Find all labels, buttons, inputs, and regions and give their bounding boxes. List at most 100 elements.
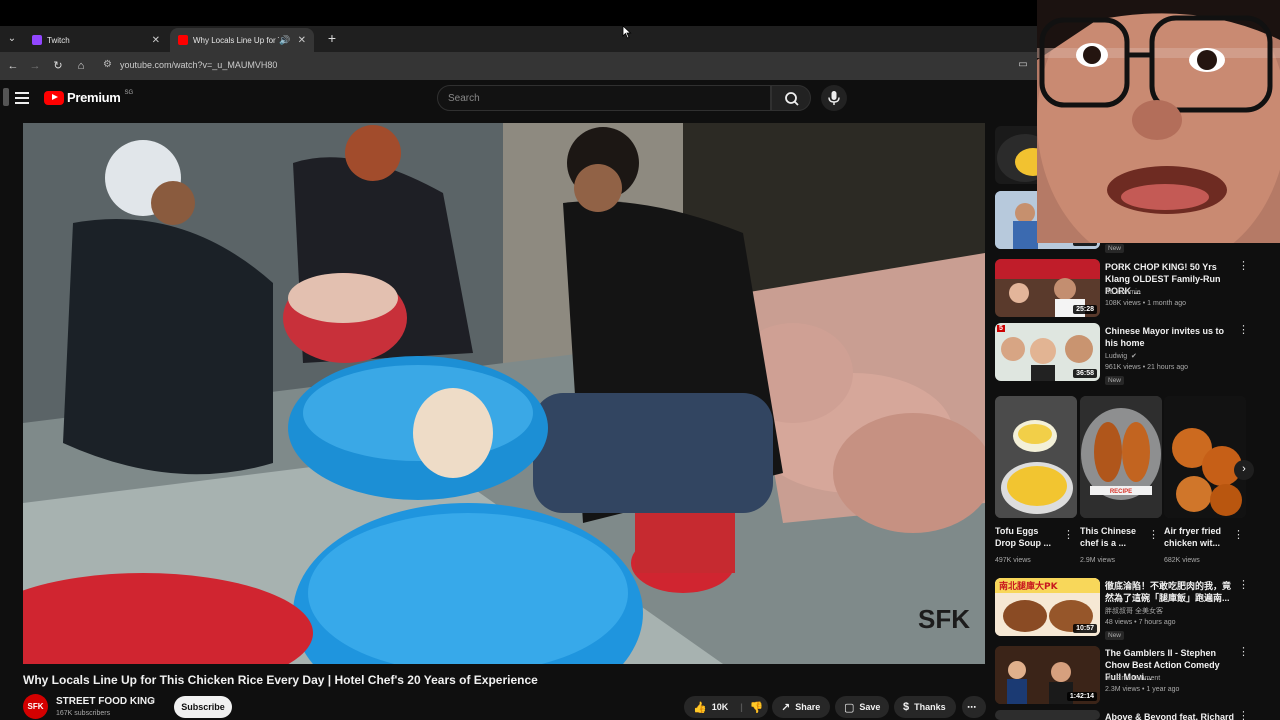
search-box[interactable] [437, 85, 771, 111]
save-label: Save [859, 702, 881, 712]
tab-title: Twitch [47, 35, 70, 45]
cast-icon[interactable]: ▭ [1016, 59, 1030, 73]
new-tab-button[interactable]: + [324, 31, 340, 47]
back-icon[interactable]: ← [6, 59, 20, 73]
tab-strip: ⌄ Twitch ✕ Why Locals Line Up for This 🔊… [0, 26, 1040, 52]
close-tab-icon[interactable]: ✕ [152, 35, 160, 46]
tab-title: Why Locals Line Up for This [193, 35, 279, 45]
reload-icon[interactable]: ↻ [51, 59, 65, 73]
related-title[interactable]: 徹底淪陷！不敢吃肥肉的我，竟然為了這碗「腿庫飯」跑遍南... [1105, 580, 1233, 604]
video-duration: 36:58 [1073, 369, 1097, 378]
youtube-logo[interactable]: Premium SG [44, 90, 133, 105]
short-thumbnail-0[interactable] [995, 396, 1077, 518]
more-options-icon[interactable]: ⋮ [1238, 261, 1249, 272]
search-input[interactable] [438, 86, 770, 110]
close-tab-icon[interactable]: ✕ [298, 35, 306, 46]
like-icon[interactable]: 👍 [693, 701, 707, 714]
more-options-icon[interactable]: ⋮ [1063, 530, 1074, 541]
related-title[interactable]: Chinese Mayor invites us to his home [1105, 325, 1233, 349]
thumbnail-image [995, 396, 1077, 518]
voice-search-button[interactable] [821, 85, 847, 111]
more-options-icon[interactable]: ⋮ [1238, 711, 1244, 720]
verified-icon: ✔ [1131, 353, 1137, 360]
thumbnail-caption: 南北腿庫大PK [999, 580, 1059, 592]
thanks-button[interactable]: $ Thanks [894, 696, 956, 718]
twitch-favicon-icon [32, 35, 42, 45]
more-options-icon[interactable]: ⋮ [1148, 530, 1159, 541]
more-options-icon[interactable]: ⋮ [1238, 325, 1249, 336]
tab-youtube[interactable]: Why Locals Line Up for This 🔊 ✕ [170, 28, 314, 52]
menu-icon[interactable] [15, 92, 29, 104]
search-icon [785, 92, 799, 106]
more-actions-button[interactable]: ⋯ [962, 696, 986, 718]
video-duration: 1:42:14 [1066, 692, 1097, 701]
tab-twitch[interactable]: Twitch ✕ [24, 28, 168, 52]
youtube-play-icon [44, 90, 64, 105]
home-icon[interactable]: ⌂ [74, 59, 88, 73]
new-badge: New [1105, 631, 1125, 640]
thumbnail-caption: RECIPE [1110, 489, 1132, 495]
sidebar-handle [3, 88, 9, 106]
site-info-icon[interactable]: ⚙ [103, 59, 112, 70]
webcam-image [1037, 0, 1280, 243]
short-title[interactable]: This Chinese chef is a ... [1080, 525, 1142, 549]
video-duration: 10:57 [1073, 624, 1097, 633]
more-icon: ⋯ [967, 701, 976, 712]
channel-name[interactable]: STREET FOOD KING [56, 696, 155, 707]
related-thumbnail-6[interactable] [995, 710, 1100, 720]
tab-search-icon[interactable]: ⌄ [4, 31, 20, 47]
related-title[interactable]: Above & Beyond feat. Richard [1105, 711, 1235, 720]
short-title[interactable]: Air fryer fried chicken wit... [1164, 525, 1228, 549]
chevron-right-icon[interactable]: › [1234, 460, 1254, 480]
thanks-icon: $ [903, 701, 910, 713]
related-channel[interactable]: Ludwig [1105, 351, 1127, 362]
share-label: Share [795, 702, 821, 712]
thumbnail-image: RECIPE [1080, 396, 1162, 518]
verified-icon: ✔ [150, 698, 156, 705]
related-thumbnail-5[interactable]: 1:42:14 [995, 646, 1100, 704]
forward-icon[interactable]: → [28, 59, 42, 73]
save-button[interactable]: ▢ Save [835, 696, 889, 718]
related-thumbnail-3[interactable]: 36:58 [995, 323, 1100, 381]
short-views: 682K views [1164, 557, 1200, 564]
mouse-cursor-icon [622, 25, 632, 39]
related-thumbnail-2[interactable]: 25:28 [995, 259, 1100, 317]
url-text[interactable]: youtube.com/watch?v=_u_MAUMVH80 [120, 60, 277, 70]
country-code: SG [124, 89, 134, 96]
related-channel[interactable]: So Yummie [1105, 287, 1141, 298]
subscribe-button[interactable]: Subscribe [174, 696, 232, 718]
related-thumbnail-4[interactable]: 南北腿庫大PK 10:57 [995, 578, 1100, 636]
more-options-icon[interactable]: ⋮ [1238, 647, 1249, 658]
subscriber-count: 167K subscribers [56, 710, 111, 717]
more-options-icon[interactable]: ⋮ [1238, 580, 1249, 591]
search-button[interactable] [771, 85, 811, 111]
bookmark-icon: ▢ [844, 701, 855, 714]
related-channel[interactable]: Mr. Entertainment [1105, 673, 1160, 684]
video-duration: 25:28 [1073, 305, 1097, 314]
video-title: Why Locals Line Up for This Chicken Rice… [23, 673, 538, 687]
share-button[interactable]: ↗ Share [772, 696, 830, 718]
related-meta: 108K views • 1 month ago [1105, 300, 1187, 307]
new-badge: New [1105, 244, 1125, 253]
short-views: 2.9M views [1080, 557, 1116, 564]
more-options-icon[interactable]: ⋮ [1233, 530, 1244, 541]
short-thumbnail-1[interactable]: RECIPE [1080, 396, 1162, 518]
thanks-label: Thanks [914, 702, 946, 712]
like-dislike-group: 👍 10K | 👎 [684, 696, 768, 718]
related-channel[interactable]: 胖叔叔哥 全美女客 [1105, 606, 1163, 617]
short-title[interactable]: Tofu Eggs Drop Soup ... [995, 525, 1057, 549]
like-count[interactable]: 10K [712, 702, 729, 712]
youtube-favicon-icon [178, 35, 188, 45]
microphone-icon [828, 91, 840, 105]
speaker-icon[interactable]: 🔊 [279, 35, 290, 46]
channel-avatar[interactable]: SFK [23, 694, 48, 719]
dislike-icon[interactable]: 👎 [750, 701, 764, 714]
address-bar: ← → ↻ ⌂ ⚙ youtube.com/watch?v=_u_MAUMVH8… [0, 52, 1040, 80]
short-views: 497K views [995, 557, 1031, 564]
thumbnail-image [1164, 396, 1246, 518]
share-icon: ↗ [781, 701, 791, 714]
logo-text: Premium [67, 90, 121, 105]
webcam-overlay [1037, 0, 1280, 243]
video-player[interactable]: SFK [23, 123, 985, 664]
short-thumbnail-2[interactable] [1164, 396, 1246, 518]
